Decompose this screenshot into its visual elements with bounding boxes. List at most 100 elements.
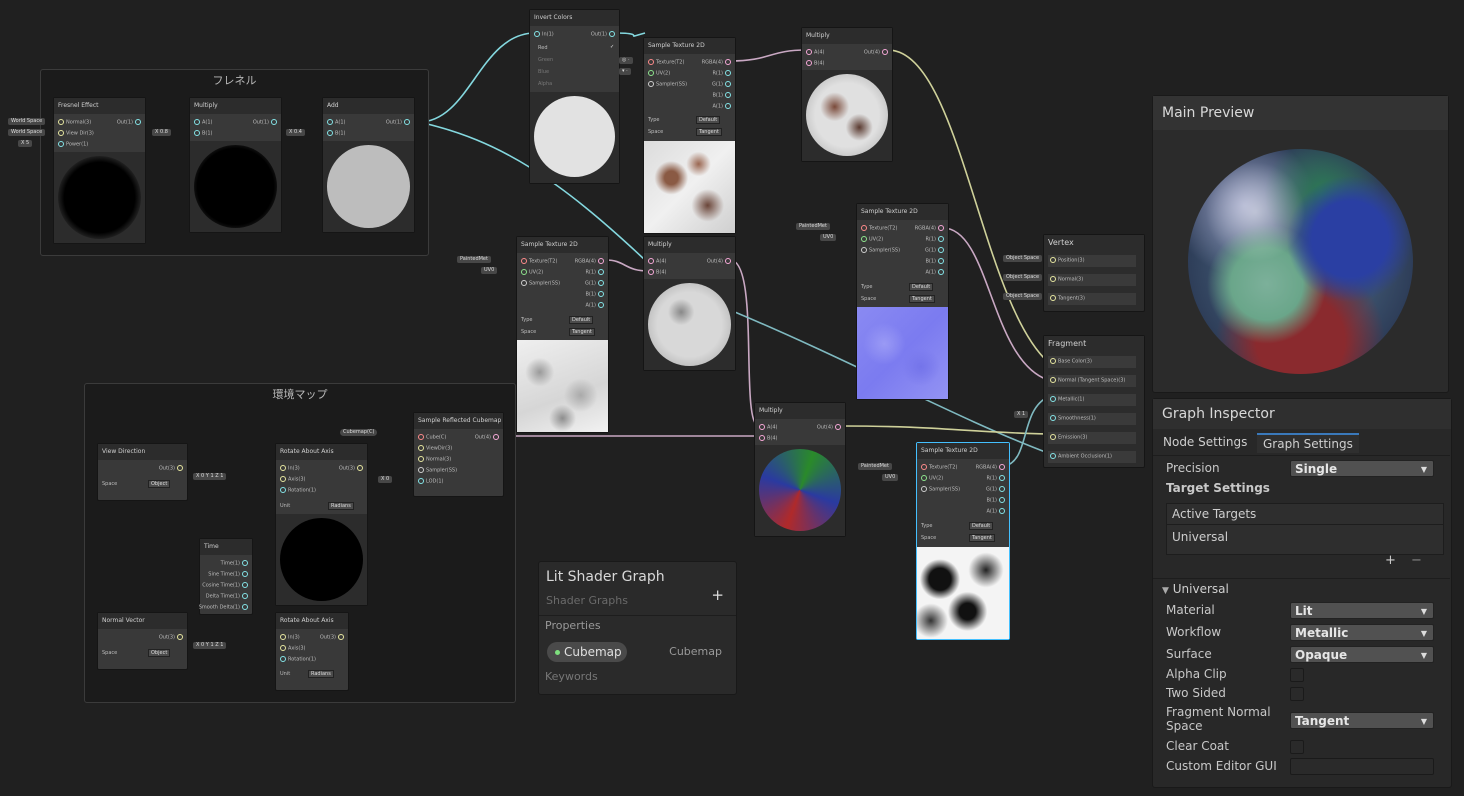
workflow-dropdown[interactable]: Metallic ▼ (1290, 624, 1434, 641)
port-r[interactable]: R(1) (585, 269, 606, 277)
vertex-context[interactable]: Vertex Position(3) Normal(3) Tangent(3) (1043, 234, 1145, 312)
uv-input-field[interactable]: ▾ ⋅ (619, 68, 631, 75)
port-rgba[interactable]: RGBA(4) (575, 258, 606, 266)
port-out[interactable]: Out(1) (591, 31, 617, 39)
port-b[interactable]: B(1) (986, 497, 1007, 505)
port-b[interactable]: B(1) (712, 92, 733, 100)
port-out[interactable]: Out(4) (864, 49, 890, 57)
port-r[interactable]: R(1) (986, 475, 1007, 483)
space-dropdown[interactable]: Object (148, 649, 171, 657)
custom-editor-gui-field[interactable] (1290, 758, 1434, 775)
texture-input-field[interactable]: PaintedMet (796, 223, 830, 230)
sample-texture-2d-node[interactable]: Sample Texture 2D Texture(T2) UV(2) Samp… (643, 37, 736, 234)
port-uv[interactable]: UV(2) (859, 236, 883, 244)
port-sampler[interactable]: Sampler(SS) (859, 247, 900, 255)
port-rgba[interactable]: RGBA(4) (702, 59, 733, 67)
normal-vector-node[interactable]: Normal Vector Out(3) Space Object (97, 612, 188, 670)
port-normal[interactable]: Normal(3) (416, 456, 451, 464)
port-out[interactable]: Out(3) (159, 634, 185, 642)
cubemap-property-pill[interactable]: Cubemap(C) (340, 429, 378, 436)
port-b[interactable]: B(1) (585, 291, 606, 299)
port-a[interactable]: A(1) (325, 119, 346, 127)
port-sine-time[interactable]: Sine Time(1) (208, 571, 250, 579)
space-dropdown[interactable]: Object (148, 480, 171, 488)
b-value-field[interactable]: X 0.8 (152, 129, 171, 136)
port-sampler[interactable]: Sampler(SS) (416, 467, 457, 475)
multiply-node[interactable]: Multiply A(4) B(4) Out(4) (754, 402, 846, 537)
object-space-field[interactable]: Object Space (1003, 293, 1043, 300)
port-out[interactable]: Out(4) (817, 424, 843, 432)
port-texture[interactable]: Texture(T2) (919, 464, 957, 472)
port-g[interactable]: G(1) (986, 486, 1007, 494)
port-a[interactable]: A(4) (804, 49, 825, 57)
power-value-field[interactable]: X 5 (18, 140, 33, 147)
texture-input-field[interactable]: PaintedMet (457, 256, 491, 263)
port-texture[interactable]: Texture(T2) (646, 59, 684, 67)
port-out[interactable]: Out(4) (475, 434, 501, 442)
space-dropdown[interactable]: Tangent (909, 295, 935, 303)
tab-node-settings[interactable]: Node Settings (1157, 433, 1253, 451)
port-out[interactable]: Out(3) (339, 465, 365, 473)
multiply-node[interactable]: Multiply A(1) B(1) Out(1) (189, 97, 282, 233)
fragment-normal-space-dropdown[interactable]: Tangent ▼ (1290, 712, 1434, 729)
space-dropdown[interactable]: Tangent (569, 328, 595, 336)
port-b[interactable]: B(4) (804, 60, 825, 68)
multiply-node[interactable]: Multiply A(4) B(4) Out(4) (801, 27, 893, 162)
port-in[interactable]: In(3) (278, 634, 300, 642)
axis-input-field[interactable]: X 0 Y 1 Z 1 (193, 473, 227, 480)
port-b[interactable]: B(4) (646, 269, 667, 277)
universal-section-header[interactable]: ▼ Universal (1162, 582, 1229, 596)
port-rgba[interactable]: RGBA(4) (915, 225, 946, 233)
block-emission[interactable]: Emission(3) (1048, 432, 1136, 444)
remove-target-button[interactable]: − (1411, 553, 1422, 568)
multiply-node[interactable]: Multiply A(4) B(4) Out(4) (643, 236, 736, 371)
space-dropdown[interactable]: Tangent (696, 128, 722, 136)
port-out[interactable]: Out(3) (320, 634, 346, 642)
block-normal[interactable]: Normal(3) (1048, 274, 1136, 286)
space-dropdown[interactable]: Tangent (969, 534, 995, 542)
port-smooth-delta[interactable]: Smooth Delta(1) (199, 604, 250, 612)
port-uv[interactable]: UV(2) (919, 475, 943, 483)
sample-texture-2d-node[interactable]: Sample Texture 2D Texture(T2) UV(2) Samp… (856, 203, 949, 400)
type-dropdown[interactable]: Default (909, 283, 934, 291)
add-node[interactable]: Add A(1) B(1) Out(1) (322, 97, 415, 233)
cubemap-property[interactable]: Cubemap (547, 642, 627, 662)
axis-input-field[interactable]: X 0 Y 1 Z 1 (193, 642, 227, 649)
rotate-about-axis-node[interactable]: Rotate About Axis In(3) Axis(3) Rotation… (275, 443, 368, 606)
unit-dropdown[interactable]: Radians (308, 670, 334, 678)
block-tangent[interactable]: Tangent(3) (1048, 293, 1136, 305)
type-dropdown[interactable]: Default (696, 116, 721, 124)
sample-texture-2d-node[interactable]: Sample Texture 2D Texture(T2) UV(2) Samp… (516, 236, 609, 433)
type-dropdown[interactable]: Default (569, 316, 594, 324)
port-r[interactable]: R(1) (925, 236, 946, 244)
texture-input-field[interactable]: PaintedMet (858, 463, 892, 470)
world-space-field[interactable]: World Space (8, 118, 46, 125)
block-ambient-occlusion[interactable]: Ambient Occlusion(1) (1048, 451, 1136, 463)
port-sampler[interactable]: Sampler(SS) (919, 486, 960, 494)
port-b[interactable]: B(1) (192, 130, 213, 138)
port-sampler[interactable]: Sampler(SS) (519, 280, 560, 288)
object-space-field[interactable]: Object Space (1003, 274, 1043, 281)
port-g[interactable]: G(1) (712, 81, 733, 89)
port-out[interactable]: Out(1) (253, 119, 279, 127)
uv-input-field[interactable]: UV0 (820, 234, 837, 241)
material-dropdown[interactable]: Lit ▼ (1290, 602, 1434, 619)
block-base-color[interactable]: Base Color(3) (1048, 356, 1136, 368)
port-b[interactable]: B(1) (925, 258, 946, 266)
clear-coat-checkbox[interactable] (1290, 740, 1304, 754)
preview-sphere[interactable] (1188, 149, 1413, 374)
fragment-context[interactable]: Fragment Base Color(3) Normal (Tangent S… (1043, 335, 1145, 468)
lod-input-field[interactable]: X 0 (378, 476, 393, 483)
texture-input-field[interactable]: ◎ ⋅ (619, 57, 633, 64)
alpha-clip-checkbox[interactable] (1290, 668, 1304, 682)
uv-input-field[interactable]: UV0 (882, 474, 899, 481)
target-item-universal[interactable]: Universal (1172, 530, 1228, 544)
blackboard[interactable]: Lit Shader Graph Shader Graphs + Propert… (538, 561, 737, 695)
port-texture[interactable]: Texture(T2) (519, 258, 557, 266)
active-targets-list[interactable]: Active Targets Universal (1166, 503, 1444, 555)
unit-dropdown[interactable]: Radians (328, 502, 354, 510)
port-rotation[interactable]: Rotation(1) (278, 487, 316, 495)
object-space-field[interactable]: Object Space (1003, 255, 1043, 262)
port-delta-time[interactable]: Delta Time(1) (206, 593, 250, 601)
type-dropdown[interactable]: Default (969, 522, 994, 530)
